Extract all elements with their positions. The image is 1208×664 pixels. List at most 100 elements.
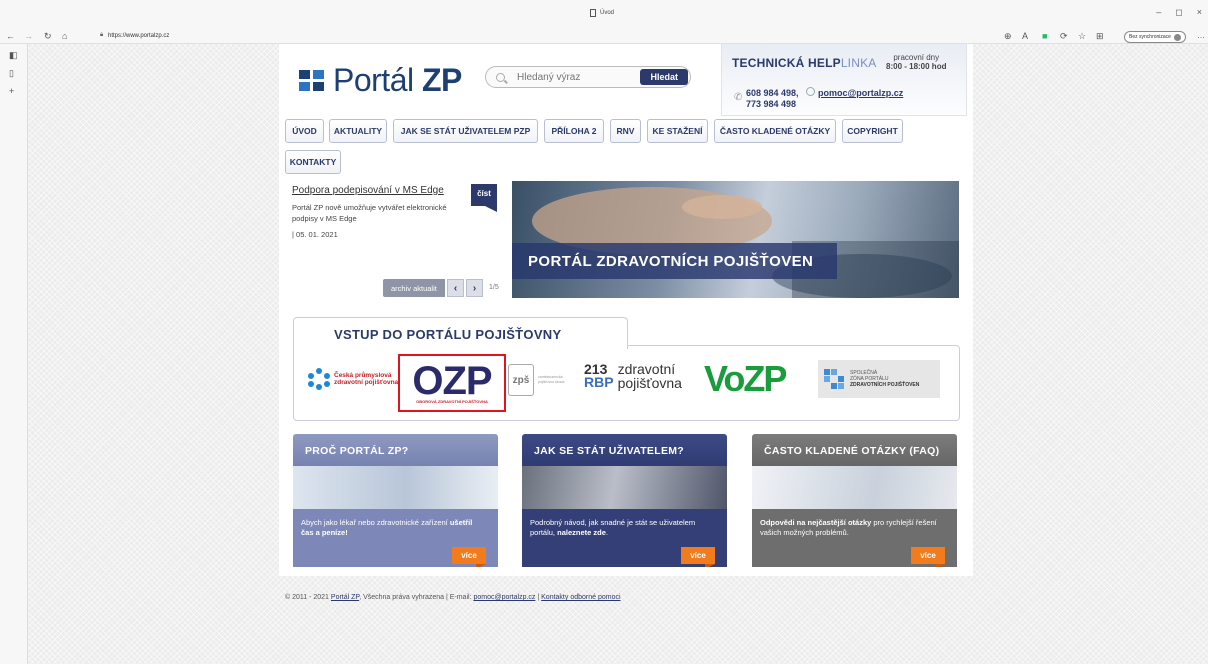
address-bar: ← → ↻ ⌂ 🔒︎ https://www.portalzp.cz ⊕ A ■… — [0, 30, 1208, 44]
browser-tab-title: Úvod — [600, 10, 615, 16]
zps-logo: zpš — [508, 364, 534, 396]
extension-icon[interactable]: ■ — [1042, 31, 1047, 41]
ozp-label: OBOROVÁ ZDRAVOTNÍ POJIŠŤOVNA — [416, 398, 488, 404]
insurers-tab: VSTUP DO PORTÁLU POJIŠŤOVNY — [293, 317, 628, 349]
helpline-hours: pracovní dny 8:00 - 18:00 hod — [886, 53, 947, 71]
next-news-icon[interactable]: › — [466, 279, 483, 297]
insurers-panel: Česká průmyslová zdravotní pojišťovna OZ… — [293, 345, 960, 421]
nav-jak-se-stat-uzivatelem[interactable]: JAK SE STÁT UŽIVATELEM PZP — [393, 119, 538, 143]
rbp-label: zdravotní pojišťovna — [617, 361, 682, 391]
zoom-icon[interactable]: ⊕ — [1004, 31, 1012, 42]
logo-text: Portál ZP — [333, 62, 462, 98]
card-user-title: JAK SE STÁT UŽIVATELEM? — [522, 434, 727, 466]
more-menu-icon[interactable]: … — [1197, 31, 1205, 40]
close-icon[interactable]: × — [1197, 7, 1202, 18]
card-why-image — [293, 466, 498, 509]
card-faq-image — [752, 466, 957, 509]
footer-email-link[interactable]: pomoc@portalzp.cz — [473, 594, 535, 601]
card-user-more-button[interactable]: více — [681, 547, 715, 567]
favorite-icon[interactable]: ☆ — [1078, 31, 1086, 42]
new-tab-icon[interactable]: + — [9, 86, 14, 96]
news-title-link[interactable]: Podpora podepisování v MS Edge — [292, 185, 444, 196]
nav-rnv[interactable]: RNV — [610, 119, 641, 143]
email-icon — [806, 87, 815, 96]
zps-label: zaměstnanecká pojišťovna škoda — [538, 375, 565, 384]
banner-hands-graphic — [532, 187, 959, 298]
sync-label: Bez synchronizace — [1129, 34, 1171, 40]
logo-mark-icon — [299, 69, 327, 92]
phone-icon: ✆ — [734, 92, 743, 103]
avatar-icon — [1173, 33, 1181, 41]
insurer-rbp-link[interactable]: 213 RBP zdravotní pojišťovna — [584, 362, 682, 390]
ozp-logo: OZP — [412, 358, 492, 403]
szp-label: SPOLEČNÁ ZÓNA PORTÁLU ZDRAVOTNÍCH POJIŠŤ… — [850, 370, 920, 388]
extensions-icon[interactable]: ⟳ — [1060, 31, 1068, 42]
cpzp-logo-icon — [308, 368, 330, 390]
card-faq[interactable]: ČASTO KLADENÉ OTÁZKY (FAQ) Odpovědi na n… — [752, 434, 957, 567]
read-news-button[interactable]: číst — [471, 184, 497, 212]
footer-brand-link[interactable]: Portál ZP — [331, 594, 359, 601]
prev-news-icon[interactable]: ‹ — [447, 279, 464, 297]
nav-caste-otazky[interactable]: ČASTO KLADENÉ OTÁZKY — [714, 119, 836, 143]
insurer-ozp-link[interactable]: OZP OBOROVÁ ZDRAVOTNÍ POJIŠŤOVNA — [398, 354, 506, 412]
reload-icon[interactable]: ↻ — [44, 31, 52, 42]
lock-icon[interactable]: 🔒︎ — [100, 32, 103, 39]
url-field[interactable]: https://www.portalzp.cz — [108, 33, 169, 39]
banner-title: PORTÁL ZDRAVOTNÍCH POJIŠŤOVEN — [528, 253, 814, 270]
card-become-user[interactable]: JAK SE STÁT UŽIVATELEM? Podrobný návod, … — [522, 434, 727, 567]
page-footer: © 2011 - 2021 Portál ZP, Všechna práva v… — [285, 594, 621, 601]
profile-sync-button[interactable]: Bez synchronizace — [1124, 31, 1186, 43]
window-controls: – ◻ × — [1156, 7, 1202, 18]
insurer-cpzp-link[interactable]: Česká průmyslová zdravotní pojišťovna — [308, 368, 398, 390]
footer-contacts-link[interactable]: Kontakty odborné pomoci — [541, 594, 620, 601]
technical-helpline: TECHNICKÁ HELPLINKA pracovní dny 8:00 - … — [721, 44, 967, 116]
helpline-title: TECHNICKÁ HELPLINKA — [732, 56, 877, 70]
collections-icon[interactable]: ⊞ — [1096, 31, 1104, 42]
back-icon[interactable]: ← — [6, 31, 15, 41]
insurers-title: VSTUP DO PORTÁLU POJIŠŤOVNY — [334, 327, 562, 342]
page-content: Portál ZP Hledat TECHNICKÁ HELPLINKA pra… — [279, 44, 973, 576]
insurer-zps-link[interactable]: zpš zaměstnanecká pojišťovna škoda — [508, 364, 568, 396]
cpzp-label: Česká průmyslová zdravotní pojišťovna — [334, 372, 399, 386]
browser-titlebar: Úvod – ◻ × — [0, 0, 1208, 30]
nav-ke-stazeni[interactable]: KE STAŽENÍ — [647, 119, 708, 143]
nav-copyright[interactable]: COPYRIGHT — [842, 119, 903, 143]
card-user-image — [522, 466, 727, 509]
tab-actions-icon[interactable]: ◧ — [9, 50, 18, 61]
insurer-szp-link[interactable]: SPOLEČNÁ ZÓNA PORTÁLU ZDRAVOTNÍCH POJIŠŤ… — [818, 360, 940, 398]
minimize-icon[interactable]: – — [1156, 7, 1161, 18]
news-text: Portál ZP nově umožňuje vytvářet elektro… — [292, 203, 447, 223]
nav-uvod[interactable]: ÚVOD — [285, 119, 324, 143]
helpline-email-link[interactable]: pomoc@portalzp.cz — [818, 88, 903, 98]
home-icon[interactable]: ⌂ — [62, 31, 67, 41]
card-faq-more-button[interactable]: více — [911, 547, 945, 567]
page-viewport: Portál ZP Hledat TECHNICKÁ HELPLINKA pra… — [28, 44, 1208, 664]
card-why-portal[interactable]: PROČ PORTÁL ZP? Abych jako lékař nebo zd… — [293, 434, 498, 567]
card-why-more-button[interactable]: více — [452, 547, 486, 567]
nav-aktuality[interactable]: AKTUALITY — [329, 119, 387, 143]
hero-banner: PORTÁL ZDRAVOTNÍCH POJIŠŤOVEN — [512, 181, 959, 298]
portal-logo[interactable]: Portál ZP — [299, 62, 462, 99]
szp-logo-icon — [824, 369, 844, 389]
search-button[interactable]: Hledat — [640, 69, 688, 85]
page-tab-icon[interactable]: ▯ — [9, 68, 14, 79]
card-faq-title: ČASTO KLADENÉ OTÁZKY (FAQ) — [752, 434, 957, 466]
insurer-vozp-link[interactable]: VoZP — [704, 361, 787, 397]
forward-icon[interactable]: → — [24, 31, 33, 41]
news-date: | 05. 01. 2021 — [292, 230, 338, 239]
browser-sidebar: ◧ ▯ + — [0, 44, 28, 664]
read-aloud-icon[interactable]: A — [1022, 31, 1028, 41]
maximize-icon[interactable]: ◻ — [1175, 7, 1182, 18]
helpline-phones: 608 984 498, 773 984 498 — [746, 88, 799, 109]
nav-priloha-2[interactable]: PŘÍLOHA 2 — [544, 119, 604, 143]
search-input[interactable] — [517, 71, 627, 83]
search-icon — [496, 72, 505, 82]
nav-kontakty[interactable]: KONTAKTY — [285, 150, 341, 174]
rbp-logo: 213 RBP — [584, 361, 614, 390]
browser-tab[interactable]: Úvod — [590, 9, 614, 17]
news-archive-button[interactable]: archiv aktualit — [383, 279, 445, 297]
search-form: Hledat — [485, 66, 691, 88]
page-icon — [590, 9, 596, 17]
card-why-title: PROČ PORTÁL ZP? — [293, 434, 498, 466]
news-pager: 1/5 — [489, 284, 499, 291]
